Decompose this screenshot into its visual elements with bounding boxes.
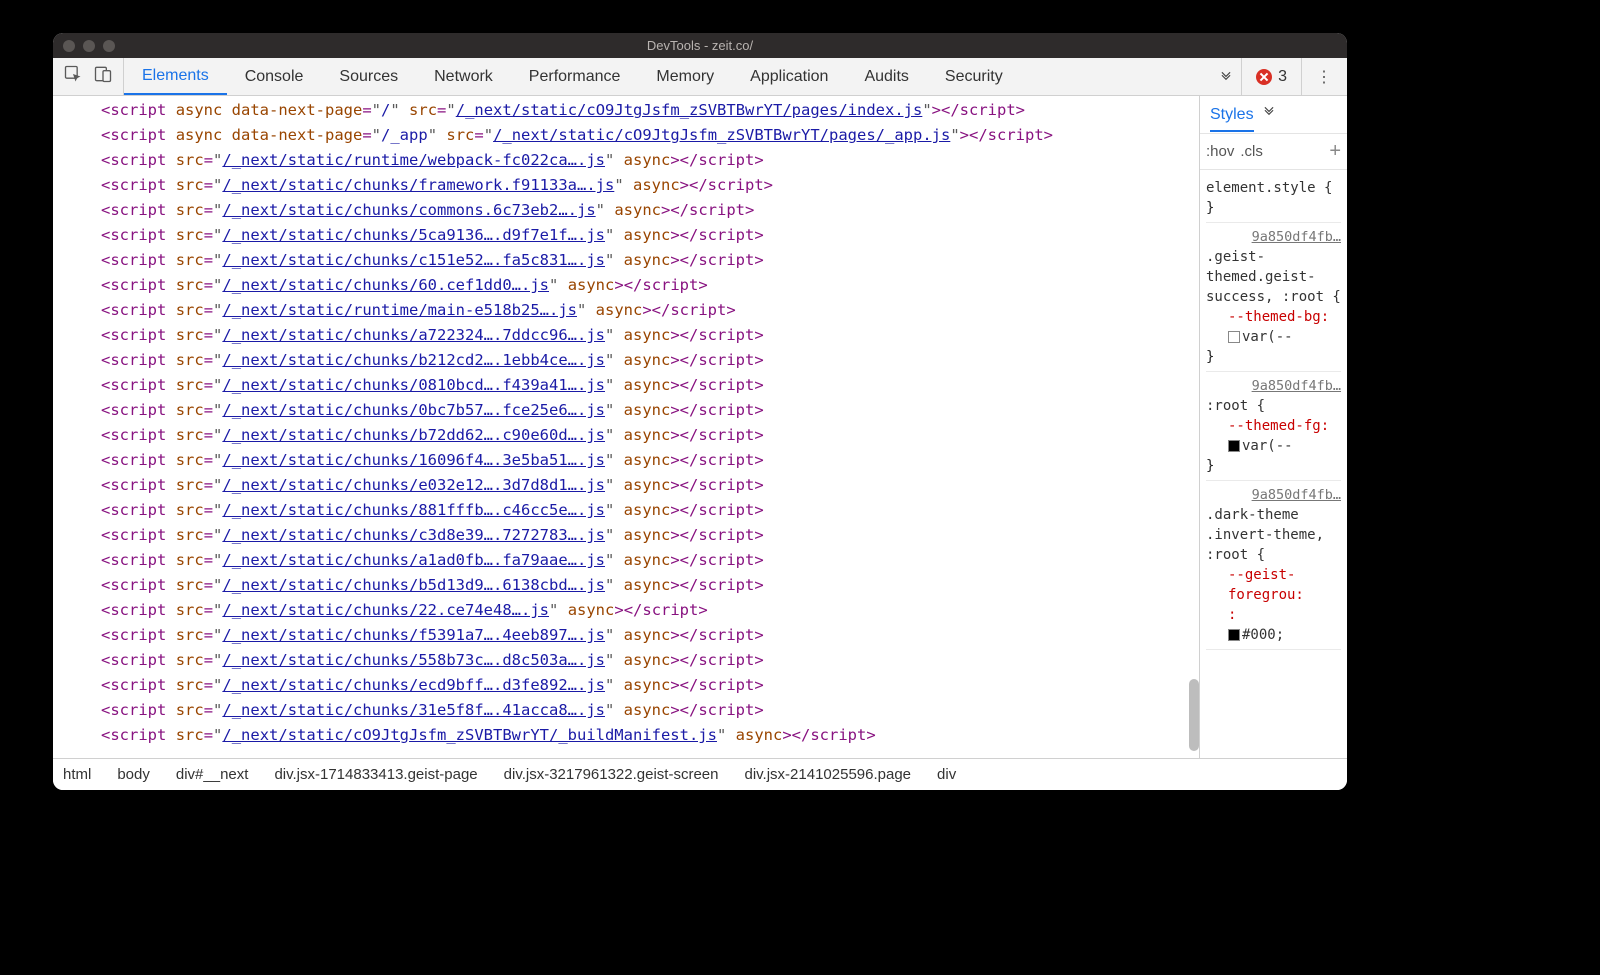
dom-node[interactable]: <script src="/_next/static/chunks/5ca913… xyxy=(53,223,1199,248)
zoom-window-icon[interactable] xyxy=(103,40,115,52)
error-icon xyxy=(1256,69,1272,85)
new-style-rule-icon[interactable]: + xyxy=(1329,140,1341,163)
titlebar: DevTools - zeit.co/ xyxy=(53,33,1347,58)
tab-security[interactable]: Security xyxy=(927,58,1021,95)
tab-audits[interactable]: Audits xyxy=(846,58,926,95)
device-toolbar-icon[interactable] xyxy=(93,64,113,89)
styles-overflow-icon[interactable] xyxy=(1262,105,1276,124)
error-counter[interactable]: 3 xyxy=(1241,58,1301,95)
dom-node[interactable]: <script async data-next-page="/" src="/_… xyxy=(53,98,1199,123)
elements-tree[interactable]: <script async data-next-page="/" src="/_… xyxy=(53,96,1199,758)
hover-toggle[interactable]: :hov xyxy=(1206,143,1234,160)
overflow-tabs-icon[interactable] xyxy=(1211,58,1241,95)
breadcrumb-item[interactable]: div xyxy=(937,766,956,783)
breadcrumb-item[interactable]: div#__next xyxy=(176,766,249,783)
devtools-window: DevTools - zeit.co/ ElementsConsoleSourc… xyxy=(53,33,1347,790)
dom-node[interactable]: <script src="/_next/static/chunks/22.ce7… xyxy=(53,598,1199,623)
dom-node[interactable]: <script src="/_next/static/chunks/60.cef… xyxy=(53,273,1199,298)
dom-breadcrumb[interactable]: html body div#__next div.jsx-1714833413.gei… xyxy=(53,758,1347,790)
breadcrumb-item[interactable]: html xyxy=(63,766,91,783)
breadcrumb-item[interactable]: div.jsx-2141025596.page xyxy=(745,766,912,783)
dom-node[interactable]: <script src="/_next/static/chunks/b5d13d… xyxy=(53,573,1199,598)
styles-sidebar: Styles :hov .cls + element.style {}9a850… xyxy=(1199,96,1347,758)
rule-source-link[interactable]: 9a850df4fb… xyxy=(1206,227,1341,247)
style-rule[interactable]: 9a850df4fb….dark-theme .invert-theme, :r… xyxy=(1206,481,1341,650)
dom-node[interactable]: <script src="/_next/static/chunks/881fff… xyxy=(53,498,1199,523)
traffic-lights xyxy=(63,40,115,52)
dom-node[interactable]: <script src="/_next/static/chunks/e032e1… xyxy=(53,473,1199,498)
dom-node[interactable]: <script src="/_next/static/chunks/b72dd6… xyxy=(53,423,1199,448)
style-rule[interactable]: 9a850df4fb….geist-themed.geist-success, … xyxy=(1206,223,1341,372)
dom-node[interactable]: <script src="/_next/static/chunks/common… xyxy=(53,198,1199,223)
dom-node[interactable]: <script src="/_next/static/chunks/16096f… xyxy=(53,448,1199,473)
dom-node[interactable]: <script src="/_next/static/chunks/c151e5… xyxy=(53,248,1199,273)
tab-elements[interactable]: Elements xyxy=(124,58,227,95)
rule-source-link[interactable]: 9a850df4fb… xyxy=(1206,485,1341,505)
dom-node[interactable]: <script src="/_next/static/chunks/ecd9bf… xyxy=(53,673,1199,698)
window-title: DevTools - zeit.co/ xyxy=(53,38,1347,53)
dom-node[interactable]: <script src="/_next/static/chunks/0bc7b5… xyxy=(53,398,1199,423)
inspect-element-icon[interactable] xyxy=(63,64,83,89)
dom-node[interactable]: <script async data-next-page="/_app" src… xyxy=(53,123,1199,148)
dom-node[interactable]: <script src="/_next/static/runtime/webpa… xyxy=(53,148,1199,173)
close-window-icon[interactable] xyxy=(63,40,75,52)
dom-node[interactable]: <script src="/_next/static/chunks/framew… xyxy=(53,173,1199,198)
dom-node[interactable]: <script src="/_next/static/chunks/0810bc… xyxy=(53,373,1199,398)
tab-console[interactable]: Console xyxy=(227,58,322,95)
styles-rules[interactable]: element.style {}9a850df4fb….geist-themed… xyxy=(1200,170,1347,758)
styles-tab[interactable]: Styles xyxy=(1210,106,1254,132)
breadcrumb-item[interactable]: div.jsx-3217961322.geist-screen xyxy=(504,766,719,783)
tab-memory[interactable]: Memory xyxy=(638,58,732,95)
main-toolbar: ElementsConsoleSourcesNetworkPerformance… xyxy=(53,58,1347,96)
dom-node[interactable]: <script src="/_next/static/chunks/f5391a… xyxy=(53,623,1199,648)
minimize-window-icon[interactable] xyxy=(83,40,95,52)
scrollbar-thumb[interactable] xyxy=(1189,679,1199,751)
tab-performance[interactable]: Performance xyxy=(511,58,639,95)
dom-node[interactable]: <script src="/_next/static/chunks/a1ad0f… xyxy=(53,548,1199,573)
panel-tabs: ElementsConsoleSourcesNetworkPerformance… xyxy=(124,58,1211,95)
breadcrumb-item[interactable]: body xyxy=(117,766,150,783)
panel-body: <script async data-next-page="/" src="/_… xyxy=(53,96,1347,758)
dom-node[interactable]: <script src="/_next/static/cO9JtgJsfm_zS… xyxy=(53,723,1199,748)
dom-node[interactable]: <script src="/_next/static/chunks/31e5f8… xyxy=(53,698,1199,723)
breadcrumb-item[interactable]: div.jsx-1714833413.geist-page xyxy=(274,766,477,783)
kebab-menu-icon[interactable]: ⋮ xyxy=(1301,58,1347,95)
style-rule[interactable]: element.style {} xyxy=(1206,174,1341,223)
dom-node[interactable]: <script src="/_next/static/chunks/c3d8e3… xyxy=(53,523,1199,548)
style-rule[interactable]: 9a850df4fb…:root {--themed-fg:var(--} xyxy=(1206,372,1341,481)
error-count: 3 xyxy=(1278,68,1287,86)
tab-application[interactable]: Application xyxy=(732,58,846,95)
tab-sources[interactable]: Sources xyxy=(321,58,416,95)
class-toggle[interactable]: .cls xyxy=(1240,143,1263,160)
dom-node[interactable]: <script src="/_next/static/chunks/a72232… xyxy=(53,323,1199,348)
tab-network[interactable]: Network xyxy=(416,58,511,95)
dom-node[interactable]: <script src="/_next/static/runtime/main-… xyxy=(53,298,1199,323)
rule-source-link[interactable]: 9a850df4fb… xyxy=(1206,376,1341,396)
dom-node[interactable]: <script src="/_next/static/chunks/558b73… xyxy=(53,648,1199,673)
dom-node[interactable]: <script src="/_next/static/chunks/b212cd… xyxy=(53,348,1199,373)
